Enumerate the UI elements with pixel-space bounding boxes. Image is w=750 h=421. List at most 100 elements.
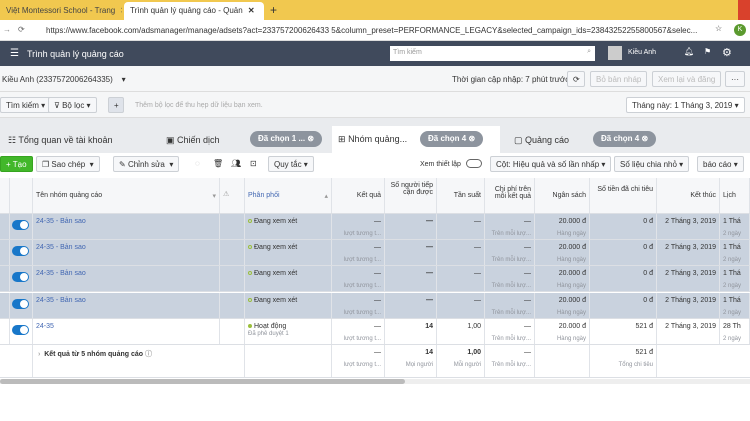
warning-cell: [220, 240, 245, 266]
budget[interactable]: 20.000 đ Hàng ngày: [535, 292, 590, 318]
value: —: [374, 322, 381, 330]
results: — lượt tương t...: [332, 240, 385, 266]
sub: lượt tương t...: [343, 309, 381, 316]
adset-name[interactable]: 24-35 - Bản sao: [33, 240, 220, 266]
value: —: [374, 218, 381, 225]
more-button[interactable]: ···: [725, 71, 745, 87]
search-icon[interactable]: ⌕: [587, 48, 591, 56]
avatar[interactable]: [608, 46, 622, 60]
row-checkbox[interactable]: [0, 240, 10, 266]
flag-icon[interactable]: ⚑: [704, 47, 711, 56]
col-results[interactable]: Kết quả: [332, 178, 385, 213]
budget[interactable]: 20.000 đ Hàng ngày: [535, 266, 590, 292]
url-field[interactable]: https://www.facebook.com/adsmanager/mana…: [46, 26, 706, 35]
tab-account-overview[interactable]: ☷ Tổng quan về tài khoản: [0, 128, 155, 156]
profile-avatar[interactable]: K: [734, 24, 746, 36]
warning-cell: [220, 292, 245, 318]
columns-dropdown[interactable]: Cột: Hiệu quả và số lần nhấp ▾: [490, 156, 612, 172]
adset-name[interactable]: 24-35 - Bản sao: [33, 266, 220, 292]
row-checkbox[interactable]: [0, 318, 10, 344]
value: —: [524, 322, 531, 330]
reach: —: [385, 214, 437, 239]
search-dropdown[interactable]: Tìm kiếm ▾: [0, 97, 52, 113]
adset-toggle[interactable]: [12, 220, 29, 230]
select-all-checkbox[interactable]: [0, 178, 10, 213]
star-icon[interactable]: ☆: [715, 24, 722, 33]
col-budget[interactable]: Ngân sách: [535, 178, 590, 213]
ads-selected-pill[interactable]: Đã chọn 4 ⊗: [593, 131, 657, 147]
adsets-selected-pill[interactable]: Đã chọn 4 ⊗: [420, 131, 484, 147]
warning-icon[interactable]: ⚠: [220, 178, 245, 213]
user-name[interactable]: Kiều Anh: [628, 49, 656, 56]
col-delivery[interactable]: Phân phối ▴: [245, 178, 332, 213]
budget[interactable]: 20.000 đ Hàng ngày: [535, 240, 590, 266]
adset-toggle[interactable]: [12, 298, 29, 309]
sub: lượt tương t...: [343, 283, 381, 290]
table-row[interactable]: 24-35 - Bản sao Đang xem xét — lượt tương…: [0, 266, 750, 293]
row-checkbox[interactable]: [0, 266, 10, 292]
scrollbar-thumb[interactable]: [0, 379, 405, 384]
close-window-icon[interactable]: [738, 0, 750, 20]
power-icon[interactable]: ◌: [195, 159, 200, 168]
col-cost-per-result[interactable]: Chi phí trên mỗi kết quả: [485, 178, 535, 213]
users-icon[interactable]: 👥︎: [231, 159, 241, 168]
filter-dropdown[interactable]: ⊽ Bộ lọc ▾: [48, 97, 97, 113]
refresh-button[interactable]: ⟳: [567, 71, 585, 87]
table-row[interactable]: 24-35 Hoạt động Đã phê duyệt 1 — lượt tươn…: [0, 318, 750, 345]
table-row[interactable]: 24-35 - Bản sao Đang xem xét — lượt tương…: [0, 292, 750, 319]
view-setup-toggle[interactable]: [466, 159, 482, 168]
table-row[interactable]: 24-35 - Bản sao Đang xem xét — lượt tương…: [0, 240, 750, 267]
gear-icon[interactable]: ⚙: [722, 46, 732, 59]
adset-toggle[interactable]: [12, 272, 29, 283]
pill-label: Đã chọn 1 ...: [258, 134, 306, 143]
row-checkbox[interactable]: [0, 292, 10, 318]
budget[interactable]: 20.000 đ Hàng ngày: [535, 318, 590, 344]
new-tab-icon[interactable]: +: [270, 3, 277, 17]
row-checkbox[interactable]: [0, 214, 10, 239]
value: —: [524, 218, 531, 225]
account-selector[interactable]: Kiều Anh (2337572006264335) ▾: [2, 75, 126, 84]
create-button[interactable]: + Tạo: [0, 156, 33, 172]
adset-name[interactable]: 24-35 - Bản sao: [33, 292, 220, 318]
end-date: 2 Tháng 3, 2019: [657, 318, 720, 344]
amount-spent: 0 đ: [590, 240, 657, 266]
col-frequency[interactable]: Tần suất: [437, 178, 485, 213]
menu-icon[interactable]: ☰: [10, 48, 19, 59]
add-filter-button[interactable]: +: [108, 97, 124, 113]
schedule: 1 Thá 2 ngày: [720, 214, 750, 239]
browser-tab[interactable]: Việt Montessori School - Trang ✕: [0, 2, 122, 20]
adset-name[interactable]: 24-35: [33, 318, 220, 344]
adset-name[interactable]: 24-35 - Bản sao: [33, 214, 220, 239]
reports-dropdown[interactable]: báo cáo ▾: [697, 156, 744, 172]
date-range-picker[interactable]: Tháng này: 1 Tháng 3, 2019 ▾: [626, 97, 745, 113]
campaigns-selected-pill[interactable]: Đã chọn 1 ... ⊗: [250, 131, 323, 147]
horizontal-scrollbar[interactable]: [0, 379, 750, 384]
table-row[interactable]: 24-35 - Bản sao Đang xem xét — lượt tương…: [0, 214, 750, 240]
col-name[interactable]: Tên nhóm quảng cáo ▾: [33, 178, 220, 213]
search-input[interactable]: Tìm kiếm ⌕: [390, 46, 595, 61]
copy-button[interactable]: ❐ Sao chép ▾: [36, 156, 100, 172]
review-publish-button[interactable]: Xem lại và đăng: [652, 71, 722, 87]
col-ends[interactable]: Kết thúc: [657, 178, 720, 213]
col-reach[interactable]: Số người tiếp cận được: [385, 178, 437, 213]
col-schedule[interactable]: Lịch: [720, 178, 750, 213]
preview-icon[interactable]: ⊡: [250, 159, 257, 168]
rules-button[interactable]: Quy tắc ▾: [268, 156, 314, 172]
adset-toggle[interactable]: [12, 324, 29, 335]
search-placeholder: Tìm kiếm: [393, 49, 422, 56]
budget[interactable]: 20.000 đ Hàng ngày: [535, 214, 590, 239]
browser-tab-active[interactable]: Trình quản lý quảng cáo - Quản ✕: [124, 2, 264, 20]
col-amount-spent[interactable]: Số tiền đã chi tiêu: [590, 178, 657, 213]
cost-per-result: — Trên mỗi lượ...: [485, 240, 535, 266]
forward-icon[interactable]: →: [3, 25, 11, 34]
breakdown-dropdown[interactable]: Số liệu chia nhỏ ▾: [614, 156, 690, 172]
edit-button[interactable]: ✎ Chỉnh sửa ▾: [113, 156, 180, 172]
trash-icon[interactable]: 🗑︎: [213, 159, 223, 168]
adset-toggle[interactable]: [12, 246, 29, 257]
total-spent: 521 đ Tổng chi tiêu: [590, 345, 657, 377]
sub: lượt tương t...: [343, 362, 381, 368]
discard-draft-button[interactable]: Bỏ bản nháp: [590, 71, 648, 87]
reload-icon[interactable]: ⟳: [18, 25, 25, 34]
bell-icon[interactable]: 🔔︎: [684, 47, 694, 56]
total-results: — lượt tương t...: [332, 345, 385, 377]
